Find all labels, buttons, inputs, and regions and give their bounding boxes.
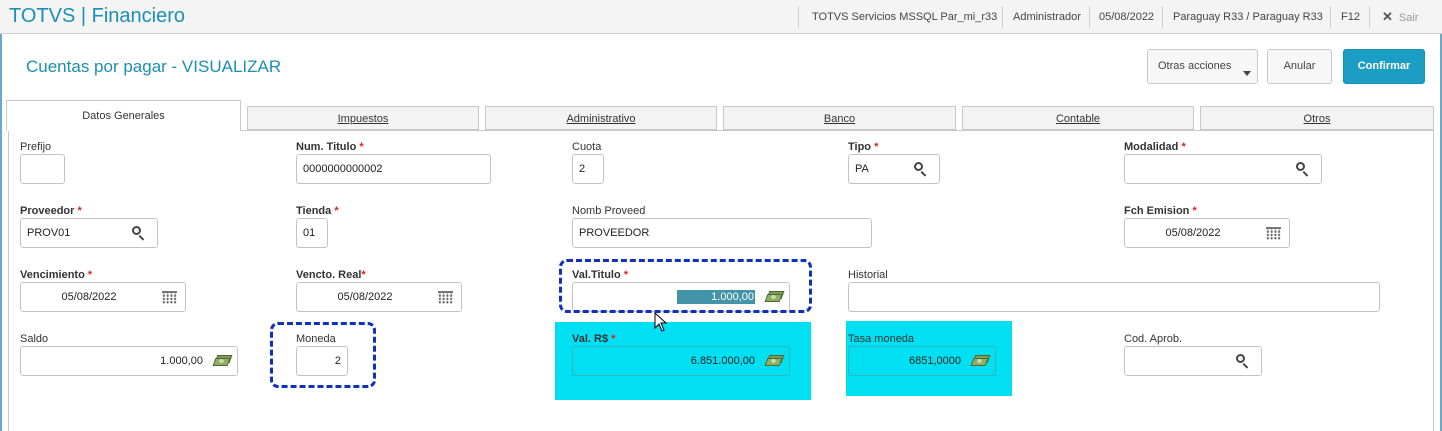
tab-impuestos[interactable]: Impuestos xyxy=(247,106,479,130)
search-icon[interactable] xyxy=(1295,162,1311,177)
cod-aprob-field[interactable] xyxy=(1124,346,1262,376)
calendar-icon[interactable] xyxy=(162,291,177,304)
historial-label: Historial xyxy=(848,269,888,281)
vencimiento-label: Vencimiento * xyxy=(20,269,93,281)
other-actions-label: Otras acciones xyxy=(1158,60,1232,72)
divider xyxy=(798,6,799,28)
annotation-box-val-titulo xyxy=(559,259,812,313)
user-label[interactable]: Administrador xyxy=(1013,0,1081,34)
money-icon xyxy=(212,355,233,367)
num-titulo-label: Num. Titulo * xyxy=(296,141,364,153)
nomb-proveed-field[interactable]: PROVEEDOR xyxy=(572,218,872,248)
divider xyxy=(1330,6,1331,28)
val-rs-label: Val. R$ * xyxy=(572,333,616,345)
prefijo-field[interactable] xyxy=(20,154,65,184)
vencto-real-value: 05/08/2022 xyxy=(337,291,393,303)
mouse-cursor-icon xyxy=(654,312,668,332)
confirm-button[interactable]: Confirmar xyxy=(1343,49,1425,84)
divider xyxy=(1002,6,1003,28)
top-bar: TOTVS | Financiero TOTVS Servicios MSSQL… xyxy=(0,0,1442,34)
tab-datos-generales[interactable]: Datos Generales xyxy=(6,100,241,131)
saldo-field[interactable]: 1.000,00 xyxy=(20,346,238,376)
page-title: Cuentas por pagar - VISUALIZAR xyxy=(26,57,282,76)
historial-field[interactable] xyxy=(848,282,1380,312)
exit-label: Sair xyxy=(1398,12,1419,24)
tienda-label: Tienda * xyxy=(296,205,339,217)
close-icon: ✕ xyxy=(1382,9,1393,24)
tipo-value: PA xyxy=(855,163,869,175)
proveedor-value: PROV01 xyxy=(27,227,71,239)
fch-emision-label: Fch Emision * xyxy=(1124,205,1197,217)
app-brand: TOTVS | Financiero xyxy=(9,5,185,27)
cuota-field[interactable]: 2 xyxy=(572,154,604,184)
vencto-real-label: Vencto. Real* xyxy=(296,269,366,281)
tipo-field[interactable]: PA xyxy=(848,154,940,184)
search-icon[interactable] xyxy=(1235,354,1251,369)
calendar-icon[interactable] xyxy=(1266,227,1281,240)
tab-administrativo[interactable]: Administrativo xyxy=(485,106,717,130)
money-icon xyxy=(764,355,785,367)
tasa-moneda-field[interactable]: 6851,0000 xyxy=(848,346,996,376)
val-rs-field[interactable]: 6.851.000,00 xyxy=(572,346,790,376)
money-icon xyxy=(970,355,991,367)
date-label[interactable]: 05/08/2022 xyxy=(1099,0,1154,34)
search-icon[interactable] xyxy=(913,162,929,177)
annotation-box-moneda xyxy=(270,322,376,388)
vencimiento-value: 05/08/2022 xyxy=(61,291,117,303)
saldo-value: 1.000,00 xyxy=(160,355,203,367)
divider xyxy=(1162,6,1163,28)
vencto-real-field[interactable]: 05/08/2022 xyxy=(296,282,462,312)
val-rs-value: 6.851.000,00 xyxy=(690,355,755,367)
fch-emision-field[interactable]: 05/08/2022 xyxy=(1124,218,1290,248)
saldo-label: Saldo xyxy=(20,333,49,345)
fch-emision-value: 05/08/2022 xyxy=(1165,227,1221,239)
help-key[interactable]: F12 xyxy=(1341,0,1360,34)
cancel-button[interactable]: Anular xyxy=(1267,49,1332,84)
tab-contable[interactable]: Contable xyxy=(962,106,1194,130)
calendar-icon[interactable] xyxy=(438,291,453,304)
divider xyxy=(1369,6,1370,28)
prefijo-label: Prefijo xyxy=(20,141,52,153)
search-icon[interactable] xyxy=(131,226,147,241)
tipo-label: Tipo * xyxy=(848,141,879,153)
modalidad-label: Modalidad * xyxy=(1124,141,1186,153)
tasa-moneda-label: Tasa moneda xyxy=(848,333,915,345)
tab-banco[interactable]: Banco xyxy=(723,106,956,130)
proveedor-label: Proveedor * xyxy=(20,205,82,217)
cod-aprob-label: Cod. Aprob. xyxy=(1124,333,1183,345)
divider xyxy=(1089,6,1090,28)
tasa-moneda-value: 6851,0000 xyxy=(909,355,961,367)
vencimiento-field[interactable]: 05/08/2022 xyxy=(20,282,186,312)
exit-button[interactable]: ✕ Sair xyxy=(1382,0,1418,34)
branch-label[interactable]: Paraguay R33 / Paraguay R33 xyxy=(1173,0,1323,34)
tab-otros[interactable]: Otros xyxy=(1200,106,1434,130)
tienda-field[interactable]: 01 xyxy=(296,218,328,248)
proveedor-field[interactable]: PROV01 xyxy=(20,218,158,248)
modalidad-field[interactable] xyxy=(1124,154,1322,184)
cuota-label: Cuota xyxy=(572,141,602,153)
other-actions-button[interactable]: Otras acciones xyxy=(1147,49,1258,84)
environment-label[interactable]: TOTVS Servicios MSSQL Par_mi_r33 xyxy=(812,0,997,34)
nomb-proveed-label: Nomb Proveed xyxy=(572,205,646,217)
num-titulo-field[interactable]: 0000000000002 xyxy=(296,154,491,184)
caret-down-icon xyxy=(1243,71,1251,76)
